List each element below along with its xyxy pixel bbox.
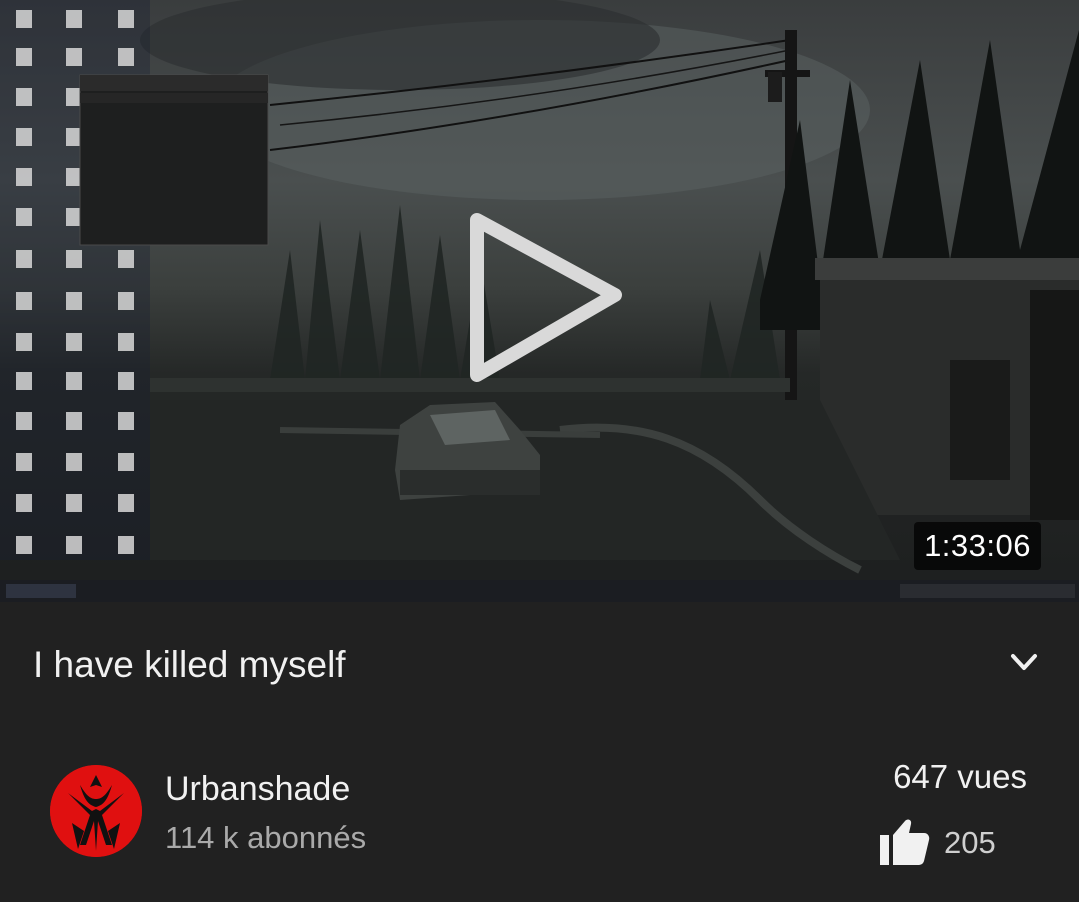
like-button[interactable]: 205 [878, 815, 1018, 871]
view-count: 647 vues [893, 758, 1027, 795]
video-title[interactable]: I have killed myself [33, 644, 346, 686]
subscriber-count: 114 k abonnés [165, 820, 367, 855]
like-count: 205 [944, 825, 996, 860]
video-player[interactable]: 1:33:06 [0, 0, 1079, 602]
channel-avatar[interactable] [50, 765, 142, 857]
channel-name[interactable]: Urbanshade [165, 770, 350, 809]
play-icon[interactable] [465, 210, 625, 390]
thumbs-up-icon [880, 819, 930, 865]
channel-logo [50, 765, 142, 857]
chevron-down-icon[interactable] [1004, 646, 1044, 680]
video-duration: 1:33:06 [914, 522, 1041, 570]
